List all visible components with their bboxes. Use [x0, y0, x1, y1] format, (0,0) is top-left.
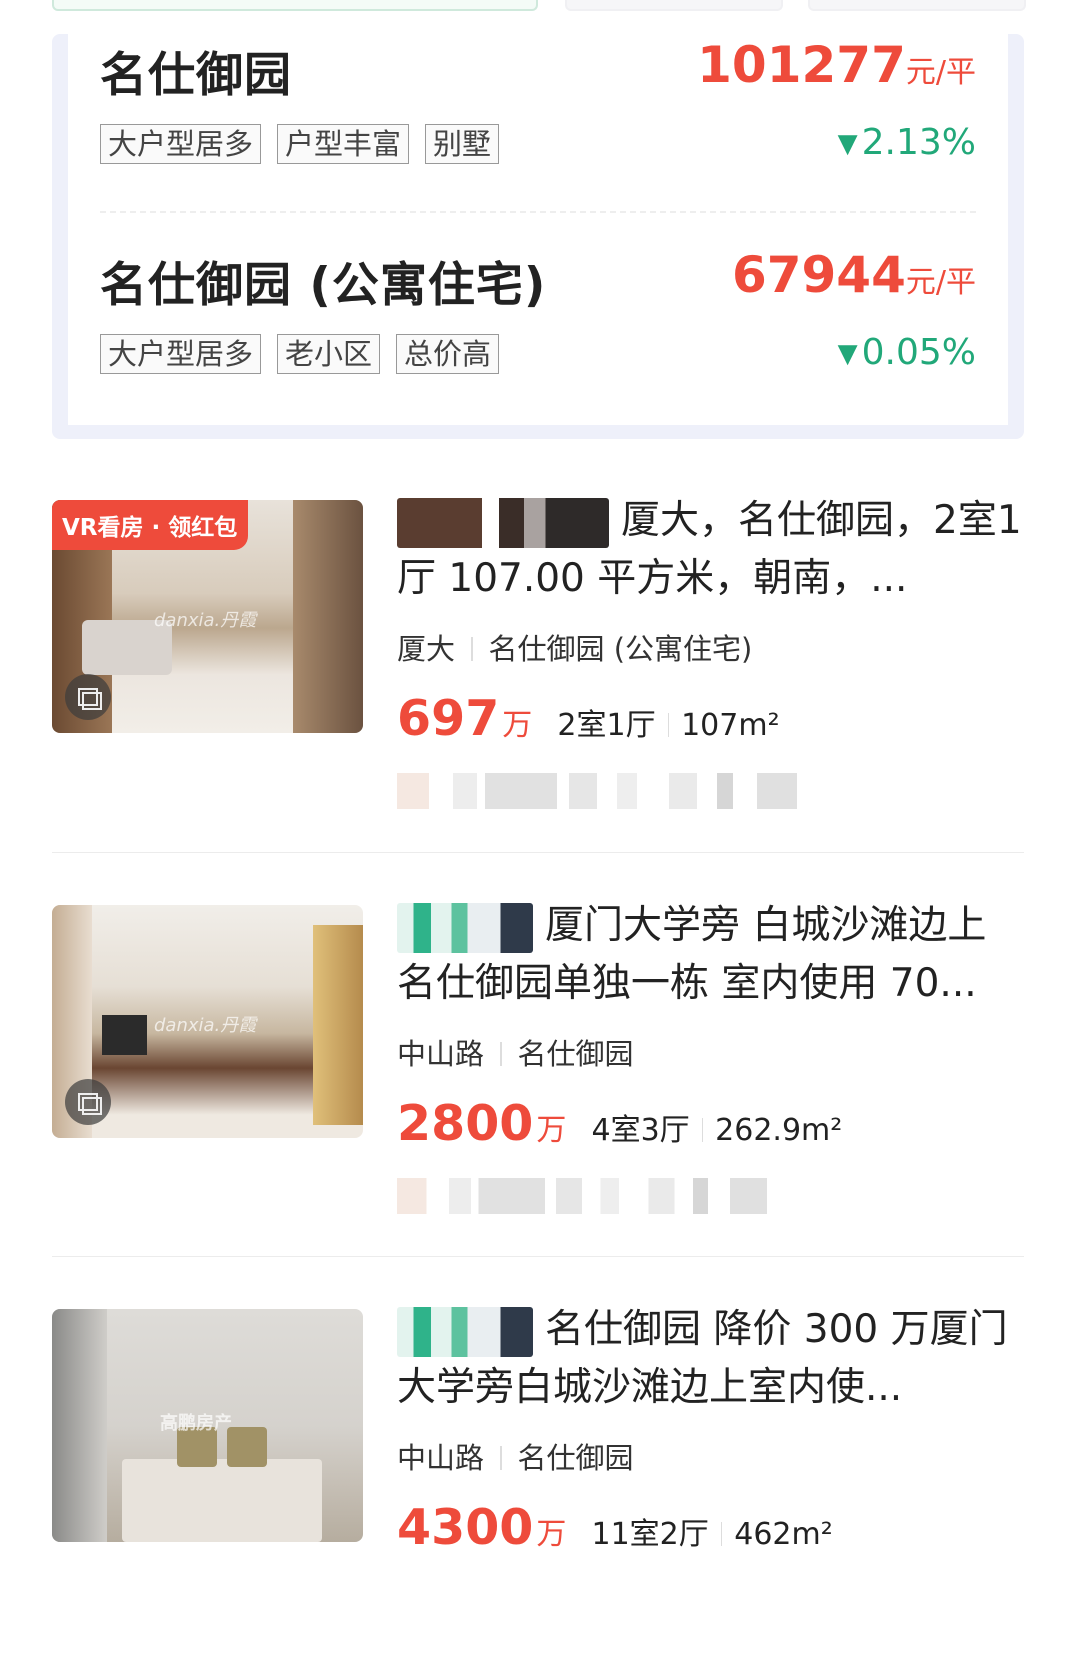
- photo-watermark: 高鹏房产: [160, 1413, 232, 1434]
- divider: [500, 1042, 502, 1066]
- gallery-icon: [65, 1079, 111, 1125]
- floor-area: 107m²: [681, 708, 780, 743]
- blurred-tags: [397, 773, 797, 809]
- listing-info: 名仕御园 降价 300 万厦门大学旁白城沙滩边上室内使... 中山路 名仕御园 4…: [397, 1306, 1024, 1556]
- listing-price: 2800 万 4室3厅 262.9m²: [397, 1095, 843, 1152]
- listing-card[interactable]: danxia.丹霞 厦门大学旁 白城沙滩边上名仕御园单独一栋 室内使用 70..…: [52, 902, 1024, 1265]
- photo-detail: [122, 1459, 322, 1542]
- listing-location: 中山路 名仕御园: [397, 1031, 1024, 1073]
- listing-info: 厦门大学旁 白城沙滩边上名仕御园单独一栋 室内使用 70... 中山路 名仕御园 …: [397, 902, 1024, 1214]
- divider: [667, 713, 670, 737]
- tag: 总价高: [396, 334, 500, 374]
- listing-location: 厦大 名仕御园 (公寓住宅): [397, 626, 1024, 668]
- listing-title: 厦门大学旁 白城沙滩边上名仕御园单独一栋 室内使用 70...: [397, 902, 987, 1006]
- district-label: 厦大: [397, 632, 456, 666]
- community-label: 名仕御园: [517, 1037, 634, 1071]
- divider: [100, 211, 976, 213]
- blurred-agent-name: [397, 497, 609, 548]
- listing-price: 4300 万 11室2厅 462m²: [397, 1499, 833, 1556]
- blurred-agent-name: [397, 1306, 533, 1357]
- total-price: 697: [397, 690, 500, 747]
- floor-area: 462m²: [734, 1517, 833, 1552]
- blurred-agent-name: [397, 902, 533, 953]
- listing-title: 名仕御园 降价 300 万厦门大学旁白城沙滩边上室内使...: [397, 1306, 1008, 1410]
- listing-info: 厦大，名仕御园，2室1厅 107.00 平方米，朝南，... 厦大 名仕御园 (公…: [397, 497, 1024, 809]
- community-row[interactable]: 名仕御园 101277元/平 大户型居多 户型丰富 别墅 ▼ 2.13%: [100, 36, 976, 206]
- price-change: ▼ 2.13%: [837, 122, 976, 163]
- community-avg-price: 67944元/平: [731, 246, 976, 304]
- listing-title: 厦大，名仕御园，2室1厅 107.00 平方米，朝南，...: [397, 497, 1022, 601]
- divider: [720, 1522, 723, 1546]
- tag: 大户型居多: [100, 124, 262, 164]
- listing-photo[interactable]: danxia.丹霞 VR看房 · 领红包: [52, 500, 363, 733]
- gallery-icon: [65, 674, 111, 720]
- photo-detail: [227, 1427, 267, 1467]
- down-arrow-icon: ▼: [837, 129, 858, 159]
- floor-area: 262.9m²: [715, 1113, 843, 1148]
- photo-watermark: danxia.丹霞: [154, 1015, 257, 1036]
- tag: 大户型居多: [100, 334, 262, 374]
- room-layout: 2室1厅: [557, 708, 656, 743]
- photo-detail: [313, 925, 363, 1125]
- divider: [52, 852, 1024, 853]
- divider: [500, 1446, 502, 1470]
- photo-detail: [52, 1309, 107, 1542]
- divider: [701, 1118, 704, 1142]
- total-price: 4300: [397, 1499, 534, 1556]
- listing-price: 697 万 2室1厅 107m²: [397, 690, 780, 747]
- listing-photo[interactable]: 高鹏房产: [52, 1309, 363, 1542]
- listing-photo[interactable]: danxia.丹霞: [52, 905, 363, 1138]
- photo-detail: [102, 1015, 147, 1055]
- tag: 户型丰富: [277, 124, 410, 164]
- district-label: 中山路: [397, 1037, 485, 1071]
- community-label: 名仕御园 (公寓住宅): [488, 632, 753, 666]
- divider: [52, 1256, 1024, 1257]
- total-price: 2800: [397, 1095, 534, 1152]
- community-price-card: 名仕御园 101277元/平 大户型居多 户型丰富 别墅 ▼ 2.13% 名仕御园…: [52, 34, 1024, 439]
- community-row[interactable]: 名仕御园 (公寓住宅) 67944元/平 大户型居多 老小区 总价高 ▼ 0.05…: [100, 246, 976, 416]
- price-change: ▼ 0.05%: [837, 332, 976, 373]
- community-label: 名仕御园: [517, 1441, 634, 1475]
- listing-location: 中山路 名仕御园: [397, 1435, 1024, 1477]
- photo-watermark: danxia.丹霞: [154, 610, 257, 631]
- listing-card[interactable]: 高鹏房产 名仕御园 降价 300 万厦门大学旁白城沙滩边上室内使... 中山路名…: [52, 1306, 1024, 1669]
- photo-detail: [293, 500, 363, 733]
- community-name: 名仕御园: [100, 48, 292, 103]
- divider: [471, 637, 473, 661]
- vr-badge[interactable]: VR看房 · 领红包: [52, 500, 249, 550]
- listing-card[interactable]: danxia.丹霞 VR看房 · 领红包 厦大，名仕御园，2室1厅 107.00…: [52, 497, 1024, 860]
- community-tags: 大户型居多 户型丰富 别墅: [100, 124, 500, 164]
- filter-tab-stub[interactable]: [808, 0, 1026, 11]
- district-label: 中山路: [397, 1441, 485, 1475]
- community-tags: 大户型居多 老小区 总价高: [100, 334, 500, 374]
- tag: 老小区: [277, 334, 381, 374]
- filter-tab-stub[interactable]: [565, 0, 783, 11]
- blurred-tags: [397, 1178, 767, 1214]
- community-avg-price: 101277元/平: [697, 36, 976, 94]
- community-name: 名仕御园 (公寓住宅): [100, 258, 547, 313]
- room-layout: 4室3厅: [591, 1113, 690, 1148]
- down-arrow-icon: ▼: [837, 339, 858, 369]
- filter-tab-stub-active[interactable]: [52, 0, 538, 11]
- room-layout: 11室2厅: [591, 1517, 709, 1552]
- tag: 别墅: [425, 124, 500, 164]
